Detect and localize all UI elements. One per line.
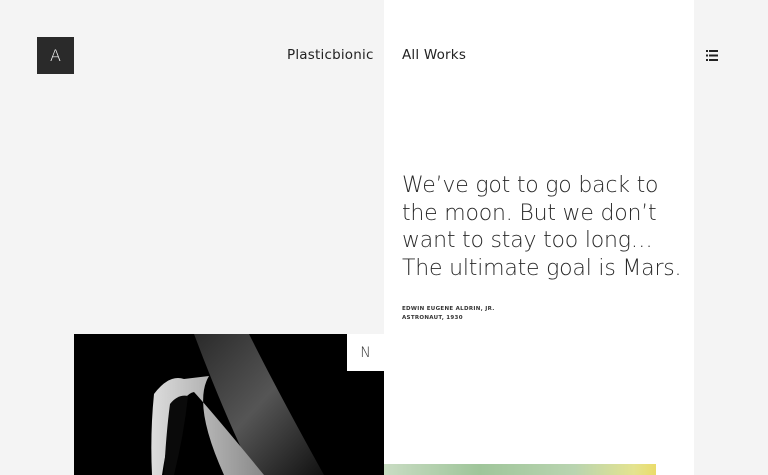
gallery-tag: N [347,334,384,371]
logo-letter: A [50,46,61,65]
nav-link-plasticbionic[interactable]: Plasticbionic [287,47,374,63]
quote-text: We’ve got to go back to the moon. But we… [402,173,682,281]
gallery-tag-letter: N [360,344,371,361]
secondary-image[interactable] [384,464,656,475]
nav-link-all-works[interactable]: All Works [402,47,466,63]
logo[interactable]: A [37,37,74,74]
sculpture-image [74,334,384,475]
author-name: EDWIN EUGENE ALDRIN, JR. [402,306,495,312]
quote-author: EDWIN EUGENE ALDRIN, JR. ASTRONAUT, 1930 [402,305,495,323]
list-icon[interactable] [706,50,718,61]
author-title: ASTRONAUT, 1930 [402,315,463,321]
featured-image[interactable] [74,334,384,475]
